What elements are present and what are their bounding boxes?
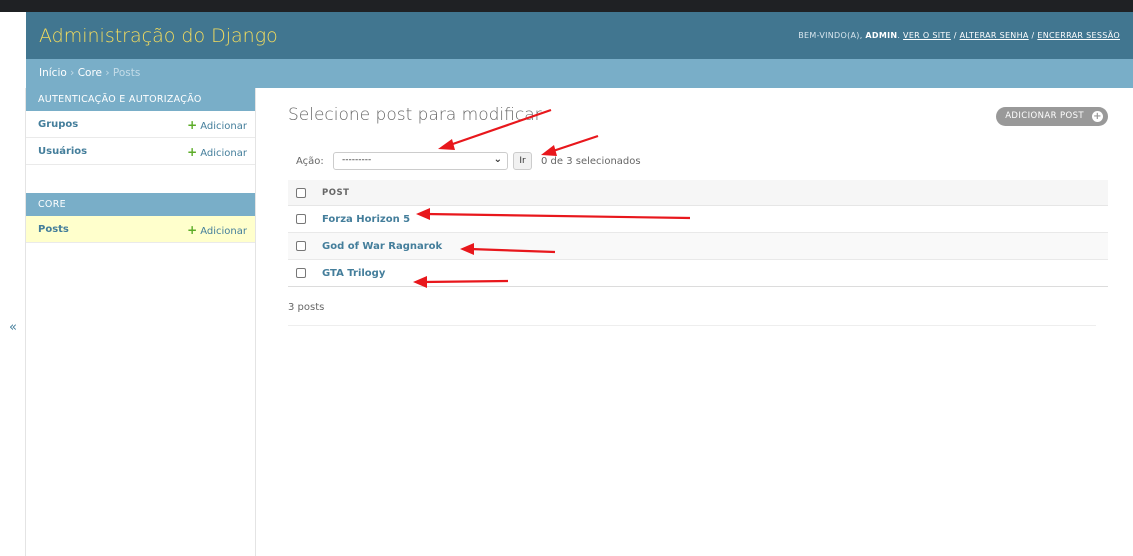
row-checkbox[interactable] (296, 214, 306, 224)
sidebar-item-users: Usuários + Adicionar (26, 138, 255, 165)
actions-bar: Ação: --------- ⌄ Ir 0 de 3 selecionados (288, 150, 1108, 172)
breadcrumb-separator: › (105, 67, 110, 79)
module-caption-auth[interactable]: AUTENTICAÇÃO E AUTORIZAÇÃO (26, 88, 255, 111)
site-title[interactable]: Administração do Django (39, 25, 278, 47)
page-title: Selecione post para modificar (288, 105, 542, 125)
module-caption-core[interactable]: CORE (26, 193, 255, 216)
sidebar-add-link[interactable]: + Adicionar (187, 145, 247, 159)
change-password-link[interactable]: ALTERAR SENHA (960, 31, 1029, 40)
add-link-label: Adicionar (200, 226, 247, 237)
top-dark-strip (0, 0, 1133, 12)
action-label: Ação: (296, 156, 324, 167)
row-link[interactable]: God of War Ragnarok (322, 241, 442, 252)
row-checkbox[interactable] (296, 241, 306, 251)
double-chevron-left-icon[interactable]: « (9, 320, 17, 335)
results-table: POST Forza Horizon 5 God of War Ragnarok… (288, 180, 1108, 287)
sidebar-nav: AUTENTICAÇÃO E AUTORIZAÇÃO Grupos + Adici… (26, 88, 256, 556)
chevron-down-icon: ⌄ (493, 154, 502, 165)
row-checkbox[interactable] (296, 268, 306, 278)
sidebar-item-link[interactable]: Usuários (38, 146, 87, 157)
plus-circle-icon: + (1092, 111, 1103, 122)
sidebar-toggle-column: « (0, 88, 26, 556)
add-link-label: Adicionar (200, 121, 247, 132)
user-tools: BEM-VINDO(A), ADMIN. VER O SITE / ALTERA… (798, 31, 1120, 40)
table-row: Forza Horizon 5 (288, 206, 1108, 233)
add-post-button[interactable]: ADICIONAR POST + (996, 107, 1108, 126)
header: Administração do Django BEM-VINDO(A), AD… (26, 12, 1133, 59)
add-link-label: Adicionar (200, 148, 247, 159)
select-all-checkbox[interactable] (296, 188, 306, 198)
view-site-link[interactable]: VER O SITE (903, 31, 951, 40)
sidebar-add-link[interactable]: + Adicionar (187, 118, 247, 132)
plus-icon: + (187, 223, 198, 237)
logout-link[interactable]: ENCERRAR SESSÃO (1037, 31, 1120, 40)
column-header-post[interactable]: POST (322, 188, 349, 198)
row-link[interactable]: Forza Horizon 5 (322, 214, 410, 225)
sidebar-add-link[interactable]: + Adicionar (187, 223, 247, 237)
go-button[interactable]: Ir (513, 152, 532, 170)
sidebar-item-groups: Grupos + Adicionar (26, 111, 255, 138)
action-select[interactable]: --------- ⌄ (333, 152, 508, 170)
module-gap (26, 165, 255, 193)
separator: / (1031, 31, 1035, 40)
action-select-value: --------- (342, 155, 372, 165)
breadcrumb-current: Posts (112, 67, 141, 79)
breadcrumb-app-link[interactable]: Core (78, 67, 102, 79)
row-link[interactable]: GTA Trilogy (322, 268, 385, 279)
table-row: GTA Trilogy (288, 260, 1108, 287)
plus-icon: + (187, 118, 198, 132)
table-row: God of War Ragnarok (288, 233, 1108, 260)
table-header: POST (288, 180, 1108, 206)
breadcrumb-separator: › (70, 67, 75, 79)
username: ADMIN (865, 31, 898, 40)
plus-icon: + (187, 145, 198, 159)
admin-page: Administração do Django BEM-VINDO(A), AD… (0, 0, 1133, 556)
welcome-text: BEM-VINDO(A), (798, 31, 863, 40)
breadcrumb-home-link[interactable]: Início (39, 67, 67, 79)
paginator: 3 posts (288, 292, 1096, 326)
add-post-label: ADICIONAR POST (1005, 111, 1084, 121)
result-count: 3 posts (288, 302, 325, 313)
main-content: Selecione post para modificar ADICIONAR … (288, 88, 1108, 556)
breadcrumb: Início › Core › Posts (26, 59, 1133, 88)
sidebar-item-posts: Posts + Adicionar (26, 216, 255, 243)
selection-counter: 0 de 3 selecionados (541, 156, 641, 167)
sidebar-item-link[interactable]: Posts (38, 224, 69, 235)
sidebar-item-link[interactable]: Grupos (38, 119, 78, 130)
separator: / (953, 31, 957, 40)
